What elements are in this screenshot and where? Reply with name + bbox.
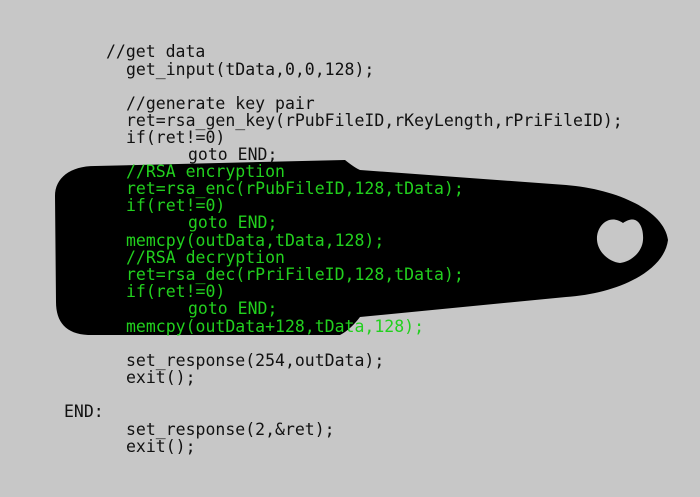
code-set-response-2: set_response(2,&ret); [126, 420, 335, 439]
code-rsa-dec: ret=rsa_dec(rPriFileID,128,tData); [126, 265, 464, 284]
comment-rsa-encryption: //RSA encryption [126, 162, 285, 181]
comment-rsa-decryption: //RSA decryption [126, 248, 285, 267]
code-if-ret-check: if(ret!=0) [126, 282, 226, 301]
code-goto-end: goto END; [188, 213, 278, 232]
code-end-label: END: [64, 402, 104, 421]
comment-generate-key-pair: //generate key pair [126, 94, 315, 113]
code-get-input: get_input(tData,0,0,128); [126, 60, 375, 79]
code-illustration: //get data get_input(tData,0,0,128); //g… [0, 0, 700, 497]
code-rsa-enc: ret=rsa_enc(rPubFileID,128,tData); [126, 179, 464, 198]
code-exit: exit(); [126, 368, 196, 387]
code-goto-end: goto END; [188, 145, 278, 164]
code-set-response-254: set_response(254,outData); [126, 351, 385, 370]
code-if-ret-check: if(ret!=0) [126, 196, 226, 215]
code-exit: exit(); [126, 437, 196, 456]
comment-get-data: //get data [106, 42, 206, 61]
code-memcpy-outdata-offset: memcpy(outData+128,tData,128); [126, 317, 425, 336]
code-memcpy-outdata: memcpy(outData,tData,128); [126, 231, 385, 250]
code-goto-end: goto END; [188, 299, 278, 318]
code-if-ret-check: if(ret!=0) [126, 128, 226, 147]
code-rsa-gen-key: ret=rsa_gen_key(rPubFileID,rKeyLength,rP… [126, 111, 623, 130]
